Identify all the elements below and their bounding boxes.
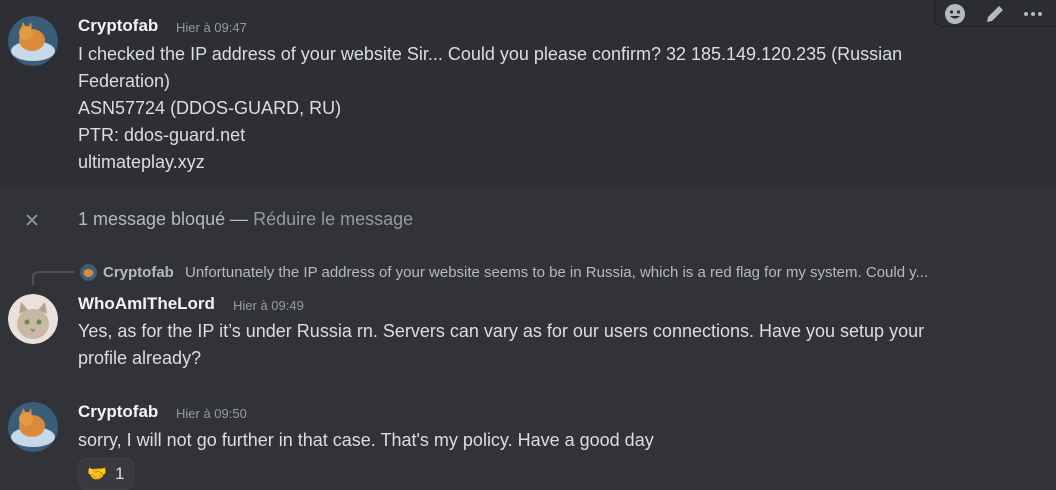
message-line: ASN57724 (DDOS-GUARD, RU): [78, 98, 342, 118]
avatar[interactable]: [8, 294, 58, 344]
close-icon[interactable]: [24, 212, 40, 228]
more-icon[interactable]: [1021, 2, 1045, 26]
message-text: Yes, as for the IP it’s under Russia rn.…: [78, 318, 924, 372]
edit-icon[interactable]: [983, 2, 1007, 26]
reaction-count: 1: [115, 464, 125, 483]
message-1[interactable]: Cryptofab Hier à 09:47 I checked the IP …: [0, 0, 1056, 186]
avatar[interactable]: [8, 402, 58, 452]
message-line: PTR: ddos-guard.net: [78, 125, 246, 145]
message-2[interactable]: WhoAmITheLord Hier à 09:49 Yes, as for t…: [0, 288, 1056, 378]
reply-avatar[interactable]: [80, 264, 97, 281]
timestamp: Hier à 09:47: [176, 20, 247, 35]
message-3[interactable]: Cryptofab Hier à 09:50 sorry, I will not…: [0, 396, 1056, 485]
emoji-icon[interactable]: [943, 2, 967, 26]
username[interactable]: WhoAmITheLord: [78, 294, 215, 314]
reply-connector: [32, 271, 74, 285]
reply-text[interactable]: Unfortunately the IP address of your web…: [185, 264, 1005, 281]
message-line: ultimateplay.xyz: [78, 152, 205, 172]
message-line: profile already?: [78, 348, 202, 368]
username[interactable]: Cryptofab: [78, 16, 158, 36]
message-toolbar: [934, 0, 1056, 27]
reaction-button[interactable]: 🤝 1: [78, 458, 134, 490]
timestamp: Hier à 09:49: [233, 298, 304, 313]
message-line: sorry, I will not go further in that cas…: [78, 430, 654, 450]
message-text: I checked the IP address of your website…: [78, 41, 902, 176]
handshake-icon: 🤝: [87, 466, 107, 483]
message-text: sorry, I will not go further in that cas…: [78, 427, 654, 454]
collapse-link[interactable]: Réduire le message: [253, 209, 413, 229]
blocked-label: 1 message bloqué —: [78, 209, 254, 229]
username[interactable]: Cryptofab: [78, 402, 158, 422]
message-line: Yes, as for the IP it’s under Russia rn.…: [78, 321, 925, 341]
timestamp: Hier à 09:50: [176, 406, 247, 421]
avatar[interactable]: [8, 16, 58, 66]
reply-username[interactable]: Cryptofab: [103, 264, 174, 281]
blocked-notice: 1 message bloqué — Réduire le message: [78, 209, 413, 230]
message-line: Federation): [78, 71, 171, 91]
message-line: I checked the IP address of your website…: [78, 44, 903, 64]
